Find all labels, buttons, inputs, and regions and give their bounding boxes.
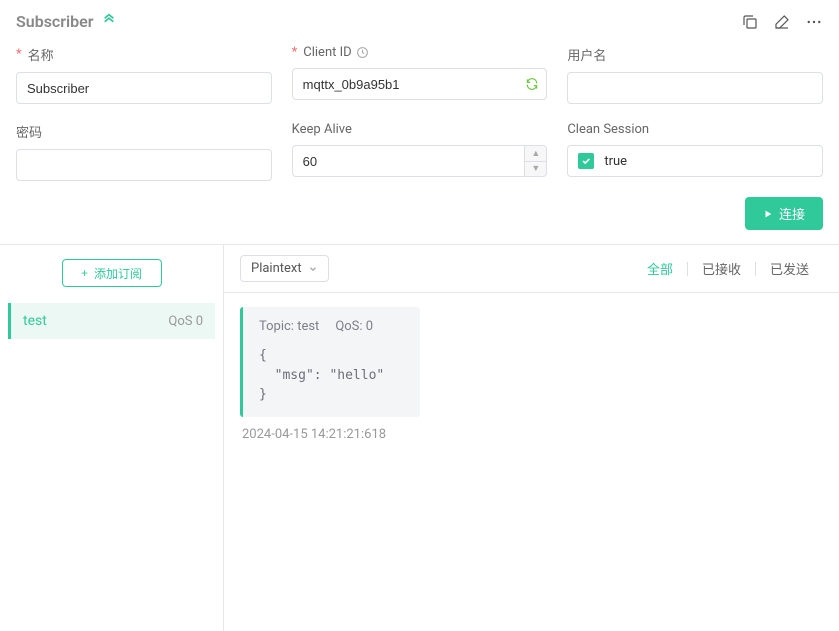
name-input[interactable] bbox=[16, 72, 272, 104]
subscription-qos: QoS 0 bbox=[168, 314, 203, 329]
cleansession-checkbox[interactable] bbox=[578, 153, 594, 169]
clock-icon bbox=[356, 46, 369, 59]
page-title: Subscriber bbox=[16, 12, 94, 31]
add-subscription-button[interactable]: + 添加订阅 bbox=[62, 259, 162, 287]
username-label: 用户名 bbox=[567, 45, 823, 64]
msg-body: { "msg": "hello" } bbox=[259, 346, 404, 405]
password-label: 密码 bbox=[16, 122, 272, 141]
refresh-icon[interactable] bbox=[525, 77, 539, 91]
chevron-down-icon bbox=[308, 264, 318, 274]
edit-icon[interactable] bbox=[773, 13, 791, 31]
connect-button-label: 连接 bbox=[779, 204, 805, 223]
more-icon[interactable] bbox=[805, 13, 823, 31]
cleansession-value: true bbox=[604, 154, 627, 169]
filter-tab-all[interactable]: 全部 bbox=[633, 259, 687, 278]
name-label: *名称 bbox=[16, 45, 272, 64]
connect-button[interactable]: 连接 bbox=[745, 197, 823, 230]
keepalive-label: Keep Alive bbox=[292, 122, 548, 137]
clientid-input[interactable] bbox=[292, 68, 548, 100]
format-select-label: Plaintext bbox=[251, 261, 302, 276]
format-select[interactable]: Plaintext bbox=[240, 255, 329, 282]
msg-qos: QoS: 0 bbox=[335, 319, 373, 334]
keepalive-down[interactable]: ▼ bbox=[525, 162, 546, 177]
duplicate-icon[interactable] bbox=[741, 13, 759, 31]
subscription-topic: test bbox=[23, 313, 47, 329]
filter-tab-sent[interactable]: 已发送 bbox=[756, 259, 823, 278]
msg-timestamp: 2024-04-15 14:21:21:618 bbox=[240, 427, 823, 442]
cleansession-label: Clean Session bbox=[567, 122, 823, 137]
collapse-icon[interactable] bbox=[102, 13, 116, 31]
msg-topic: Topic: test bbox=[259, 319, 319, 334]
plus-icon: + bbox=[81, 266, 88, 280]
subscription-item[interactable]: test QoS 0 bbox=[8, 303, 215, 339]
clientid-label: *Client ID bbox=[292, 45, 548, 60]
filter-tab-received[interactable]: 已接收 bbox=[688, 259, 755, 278]
add-subscription-label: 添加订阅 bbox=[94, 265, 142, 282]
message-card: Topic: test QoS: 0 { "msg": "hello" } bbox=[240, 307, 420, 417]
keepalive-input[interactable] bbox=[292, 145, 548, 177]
username-input[interactable] bbox=[567, 72, 823, 104]
keepalive-up[interactable]: ▲ bbox=[525, 146, 546, 162]
password-input[interactable] bbox=[16, 149, 272, 181]
